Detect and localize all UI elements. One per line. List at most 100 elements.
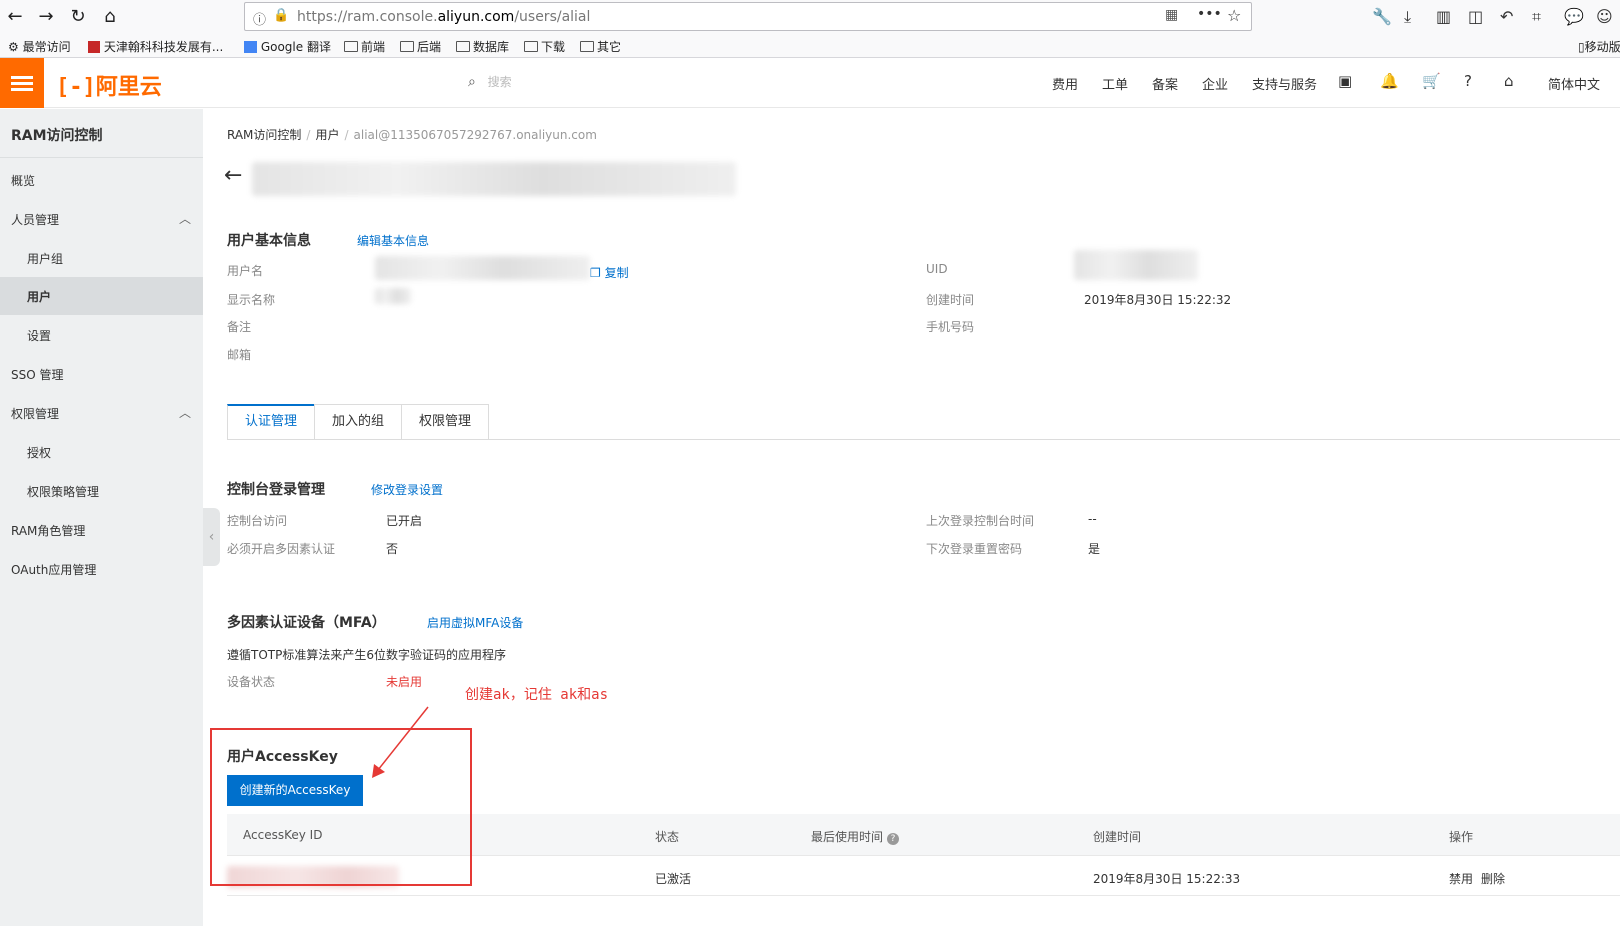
hamburger-icon xyxy=(11,76,33,79)
chevron-left-icon: ‹ xyxy=(208,529,215,545)
bookmark-folder-other[interactable]: 其它 xyxy=(580,38,621,55)
sidebar-item-permissions[interactable]: 权限管理 ︿ xyxy=(0,394,203,432)
last-login-label: 上次登录控制台时间 xyxy=(926,514,1035,528)
star-icon[interactable]: ☆ xyxy=(1227,6,1241,25)
column-actions: 操作 xyxy=(1449,830,1474,844)
help-icon[interactable]: ? xyxy=(887,833,900,845)
console-access-value: 已开启 xyxy=(386,514,423,528)
sidebar-item-sso[interactable]: SSO 管理 xyxy=(0,355,203,393)
help-icon[interactable]: ? xyxy=(1464,72,1472,90)
folder-icon xyxy=(400,41,414,52)
url-bar[interactable]: ⓘ 🔒 https://ram.console.aliyun.com/users… xyxy=(244,2,1252,31)
more-icon[interactable]: ••• xyxy=(1197,6,1222,22)
sidebar-collapse-handle[interactable]: ‹ xyxy=(203,508,220,566)
copy-link[interactable]: ❐ 复制 xyxy=(590,264,629,281)
aliyun-logo[interactable]: [-]阿里云 xyxy=(56,69,162,101)
bookmark-google-translate[interactable]: Google 翻译 xyxy=(244,38,331,55)
back-icon[interactable]: ← xyxy=(3,5,27,29)
email-label: 邮箱 xyxy=(227,348,252,362)
bookmark-folder-backend[interactable]: 后端 xyxy=(400,38,441,55)
username-label: 用户名 xyxy=(227,264,264,278)
back-arrow-icon[interactable]: ← xyxy=(224,163,242,188)
language-switch[interactable]: 简体中文 xyxy=(1548,74,1600,93)
reset-password-label: 下次登录重置密码 xyxy=(926,542,1023,556)
bookmark-folder-download[interactable]: 下载 xyxy=(524,38,565,55)
browser-toolbar: ← → ↻ ⌂ ⓘ 🔒 https://ram.console.aliyun.c… xyxy=(0,0,1620,34)
menu-button[interactable] xyxy=(0,58,44,108)
wrench-icon[interactable]: 🔧 xyxy=(1372,7,1392,26)
delete-accesskey-link[interactable]: 删除 xyxy=(1481,870,1505,887)
edit-basic-info-link[interactable]: 编辑基本信息 xyxy=(357,232,429,249)
bookmark-mobile[interactable]: ▯移动版 xyxy=(1578,38,1620,55)
accesskey-status: 已激活 xyxy=(655,872,692,886)
download-icon[interactable]: ⤓ xyxy=(1404,7,1411,27)
top-link-support[interactable]: 支持与服务 xyxy=(1252,74,1317,93)
mfa-title: 多因素认证设备（MFA） xyxy=(227,615,386,631)
url-text[interactable]: https://ram.console.aliyun.com/users/ali… xyxy=(297,9,590,25)
breadcrumb-item-current: alial@1135067057292767.onaliyun.com xyxy=(353,128,597,142)
page-title-redacted xyxy=(252,162,736,196)
note-label: 备注 xyxy=(227,320,252,334)
bookmark-tianjin[interactable]: 天津翰科科技发展有... xyxy=(88,38,223,55)
tab-joined-groups[interactable]: 加入的组 xyxy=(314,404,402,440)
sidebar-item-users[interactable]: 用户 xyxy=(0,277,203,315)
terminal-icon[interactable]: ▣ xyxy=(1338,72,1352,90)
sidebar-divider xyxy=(0,157,203,158)
display-name-value-redacted xyxy=(375,288,411,304)
undo-icon[interactable]: ↶ xyxy=(1500,7,1513,26)
sidebar-item-people[interactable]: 人员管理 ︿ xyxy=(0,200,203,238)
cart-icon[interactable]: 🛒 xyxy=(1422,72,1441,90)
lock-icon: 🔒 xyxy=(273,8,290,23)
breadcrumb-item-users[interactable]: 用户 xyxy=(315,128,339,142)
sidebar-item-groups[interactable]: 用户组 xyxy=(0,239,203,277)
sidebar-item-grants[interactable]: 授权 xyxy=(0,433,203,471)
sidebar-item-oauth[interactable]: OAuth应用管理 xyxy=(0,550,203,588)
home-icon[interactable]: ⌂ xyxy=(98,5,122,29)
sidebar-item-settings[interactable]: 设置 xyxy=(0,316,203,354)
column-created: 创建时间 xyxy=(1093,830,1142,844)
sidebar-item-overview[interactable]: 概览 xyxy=(0,161,203,199)
annotation-highlight-box xyxy=(210,728,472,886)
logo-mark-icon: [-] xyxy=(56,75,96,100)
search-box[interactable]: ⌕ 搜索 xyxy=(468,73,512,90)
console-login-title: 控制台登录管理 xyxy=(227,482,325,498)
library-icon[interactable]: ▥ xyxy=(1436,7,1451,26)
top-link-enterprise[interactable]: 企业 xyxy=(1202,74,1228,93)
top-link-fees[interactable]: 费用 xyxy=(1052,74,1078,93)
username-value-redacted xyxy=(375,256,590,280)
sidebar-item-policies[interactable]: 权限策略管理 xyxy=(0,472,203,510)
column-status: 状态 xyxy=(655,830,680,844)
sidebar-item-roles[interactable]: RAM角色管理 xyxy=(0,511,203,549)
forward-icon[interactable]: → xyxy=(34,5,58,29)
chevron-up-icon: ︿ xyxy=(178,212,191,226)
created-label: 创建时间 xyxy=(926,293,975,307)
chevron-up-icon: ︿ xyxy=(178,406,191,420)
mfa-status-value: 未启用 xyxy=(386,675,423,689)
mfa-required-label: 必须开启多因素认证 xyxy=(227,542,336,556)
enable-mfa-link[interactable]: 启用虚拟MFA设备 xyxy=(427,614,523,631)
last-login-value: -- xyxy=(1088,512,1097,526)
top-link-icp[interactable]: 备案 xyxy=(1152,74,1178,93)
bell-icon[interactable]: 🔔 xyxy=(1380,72,1399,90)
sidebar-icon[interactable]: ◫ xyxy=(1468,7,1483,26)
bookmark-folder-database[interactable]: 数据库 xyxy=(456,38,509,55)
bookmark-most-visited[interactable]: ⚙ 最常访问 xyxy=(8,38,71,55)
chat-icon[interactable]: 💬 xyxy=(1564,7,1584,26)
tab-auth-management[interactable]: 认证管理 xyxy=(227,404,315,440)
home-icon[interactable]: ⌂ xyxy=(1504,72,1514,90)
qr-code-icon[interactable]: ▦ xyxy=(1165,7,1178,23)
edit-login-settings-link[interactable]: 修改登录设置 xyxy=(371,481,443,498)
translate-icon xyxy=(244,41,257,53)
sidebar-title: RAM访问控制 xyxy=(11,128,103,144)
tab-permission-management[interactable]: 权限管理 xyxy=(401,404,489,440)
tab-divider xyxy=(227,439,1620,440)
account-icon[interactable]: ☺ xyxy=(1596,7,1613,26)
top-link-tickets[interactable]: 工单 xyxy=(1102,74,1128,93)
reload-icon[interactable]: ↻ xyxy=(66,5,90,29)
breadcrumb-item-ram[interactable]: RAM访问控制 xyxy=(227,128,301,142)
info-icon[interactable]: ⓘ xyxy=(253,9,266,28)
bookmark-folder-frontend[interactable]: 前端 xyxy=(344,38,385,55)
disable-accesskey-link[interactable]: 禁用 xyxy=(1449,870,1473,887)
folder-icon xyxy=(524,41,538,52)
crop-icon[interactable]: ⌗ xyxy=(1532,7,1541,27)
